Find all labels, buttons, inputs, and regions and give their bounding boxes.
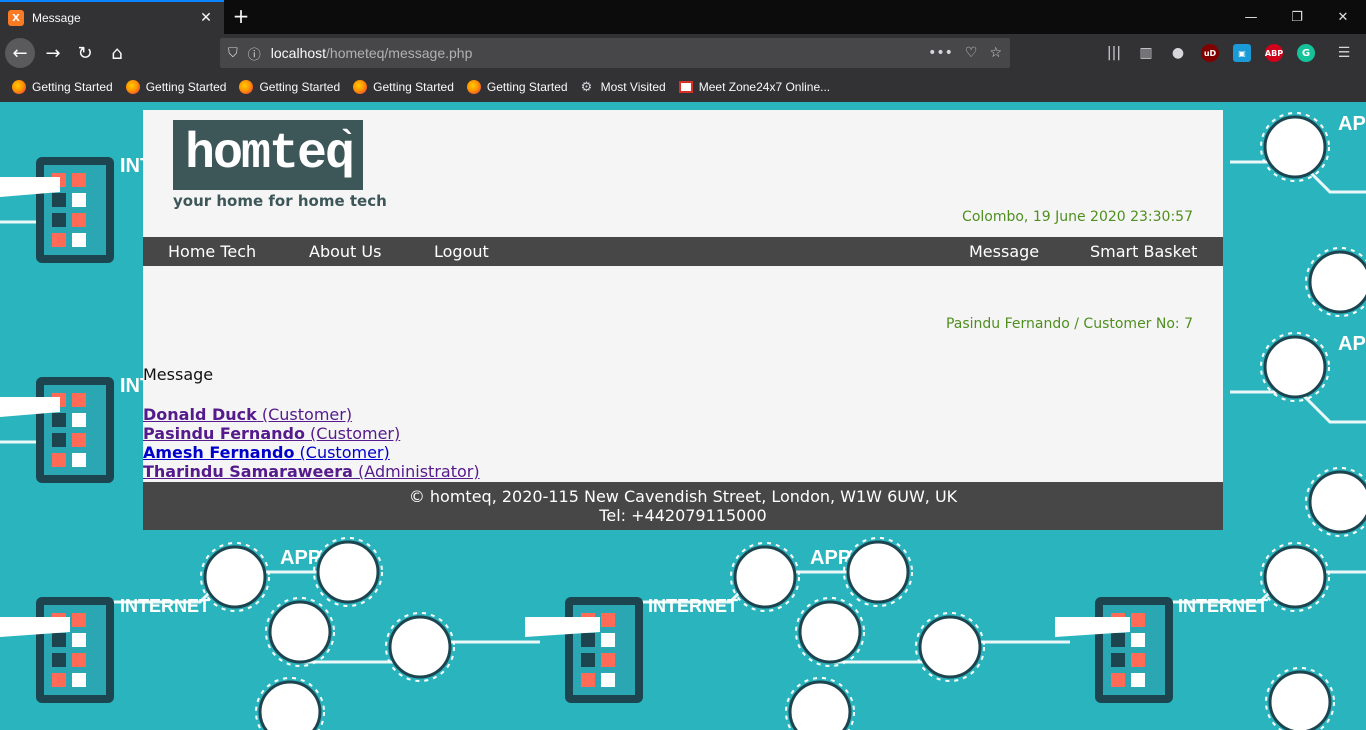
svg-text:APP: APP: [810, 547, 851, 569]
minimize-icon[interactable]: —: [1228, 0, 1274, 34]
firefox-icon: [466, 80, 481, 94]
contact-link-donald-duck[interactable]: Donald Duck (Customer): [143, 405, 480, 424]
site-tagline: your home for home tech: [173, 192, 387, 210]
footer-address: © homteq, 2020-115 New Cavendish Street,…: [408, 487, 958, 506]
bookmark-item[interactable]: Getting Started: [12, 80, 113, 94]
url-path: /hometeq/message.php: [326, 45, 473, 61]
firefox-icon: [125, 80, 140, 94]
contact-link-tharindu-samaraweera[interactable]: Tharindu Samaraweera (Administrator): [143, 462, 480, 481]
menu-logout[interactable]: Logout: [434, 237, 489, 266]
svg-text:APP: APP: [280, 547, 321, 569]
tab-title: Message: [32, 11, 81, 25]
svg-text:APP: APP: [1338, 333, 1366, 355]
page-panel: homteq ` your home for home tech Colombo…: [143, 110, 1223, 530]
grammarly-icon[interactable]: G: [1290, 38, 1322, 68]
contact-link-pasindu-fernando[interactable]: Pasindu Fernando (Customer): [143, 424, 480, 443]
bookmark-most-visited[interactable]: ⚙ Most Visited: [580, 79, 666, 95]
new-tab-button[interactable]: +: [228, 3, 254, 29]
current-datetime: Colombo, 19 June 2020 23:30:57: [962, 209, 1193, 225]
url-bar[interactable]: ⛉ ⓘ localhost/hometeq/message.php ••• ♡ …: [220, 38, 1010, 68]
svg-text:INTERNET: INTERNET: [648, 596, 738, 616]
url-actions: ••• ♡ ☆: [928, 38, 1002, 68]
library-icon[interactable]: |||: [1098, 38, 1130, 68]
info-icon[interactable]: ⓘ: [248, 44, 261, 63]
menu-message[interactable]: Message: [969, 237, 1039, 266]
page-viewport: INTE INTE INTERNET INTERNET INTERNET APP…: [0, 102, 1366, 730]
close-tab-icon[interactable]: ✕: [196, 10, 216, 26]
bookmark-item[interactable]: Getting Started: [239, 80, 340, 94]
pocket-icon[interactable]: ♡: [965, 45, 978, 61]
ublock-icon[interactable]: uD: [1194, 38, 1226, 68]
shield-icon[interactable]: ⛉: [228, 46, 238, 61]
sidebar-icon[interactable]: ▥: [1130, 38, 1162, 68]
bookmark-item[interactable]: Getting Started: [353, 80, 454, 94]
bookmark-meet-zone[interactable]: Meet Zone24x7 Online...: [678, 80, 830, 94]
main-menu: Home Tech About Us Logout Message Smart …: [143, 237, 1223, 266]
logo-text: homteq: [185, 126, 355, 183]
footer-phone: Tel: +442079115000: [599, 506, 767, 525]
account-icon[interactable]: ●: [1162, 38, 1194, 68]
message-contact-list: Donald Duck (Customer) Pasindu Fernando …: [143, 405, 480, 481]
homteq-logo[interactable]: homteq `: [173, 120, 363, 190]
menu-icon[interactable]: ☰: [1322, 38, 1366, 68]
browser-tab-message[interactable]: X Message ✕: [0, 0, 224, 34]
gmail-icon: [678, 81, 693, 93]
logged-in-user: Pasindu Fernando / Customer No: 7: [945, 316, 1193, 332]
site-footer: © homteq, 2020-115 New Cavendish Street,…: [143, 482, 1223, 530]
window-controls: — ❐ ✕: [1228, 0, 1366, 34]
bookmark-item[interactable]: Getting Started: [466, 80, 568, 94]
firefox-icon: [239, 80, 254, 94]
svg-text:INTERNET: INTERNET: [1178, 596, 1268, 616]
firefox-icon: [12, 80, 26, 94]
contact-link-amesh-fernando[interactable]: Amesh Fernando (Customer): [143, 443, 480, 462]
bookmark-star-icon[interactable]: ☆: [989, 45, 1002, 61]
xampp-favicon-icon: X: [8, 10, 24, 26]
back-button[interactable]: ←: [5, 38, 35, 68]
browser-toolbar-right: ||| ▥ ● uD ▣ ABP G ☰: [1098, 38, 1366, 68]
site-header: homteq ` your home for home tech Colombo…: [143, 110, 1223, 237]
browser-navbar: ← → ↻ ⌂ ⛉ ⓘ localhost/hometeq/message.ph…: [0, 34, 1366, 72]
reload-button[interactable]: ↻: [70, 38, 100, 68]
translate-icon[interactable]: ▣: [1226, 38, 1258, 68]
firefox-icon: [353, 80, 368, 94]
menu-smart-basket[interactable]: Smart Basket: [1090, 237, 1197, 266]
url-host: localhost: [270, 45, 327, 61]
svg-text:INTERNET: INTERNET: [120, 596, 210, 616]
forward-button[interactable]: →: [38, 38, 68, 68]
close-window-icon[interactable]: ✕: [1320, 0, 1366, 34]
svg-text:APP: APP: [1338, 113, 1366, 135]
home-button[interactable]: ⌂: [102, 38, 132, 68]
page-title: Message: [143, 365, 214, 384]
menu-home-tech[interactable]: Home Tech: [168, 237, 256, 266]
adblock-plus-icon[interactable]: ABP: [1258, 38, 1290, 68]
bookmarks-toolbar: Getting Started Getting Started Getting …: [0, 72, 1366, 102]
more-actions-icon[interactable]: •••: [928, 45, 953, 61]
gear-icon: ⚙: [580, 79, 593, 94]
bookmark-item[interactable]: Getting Started: [125, 80, 226, 94]
menu-about-us[interactable]: About Us: [309, 237, 381, 266]
logo-tick: `: [341, 124, 353, 162]
browser-titlebar: X Message ✕ + — ❐ ✕: [0, 0, 1366, 34]
restore-icon[interactable]: ❐: [1274, 0, 1320, 34]
